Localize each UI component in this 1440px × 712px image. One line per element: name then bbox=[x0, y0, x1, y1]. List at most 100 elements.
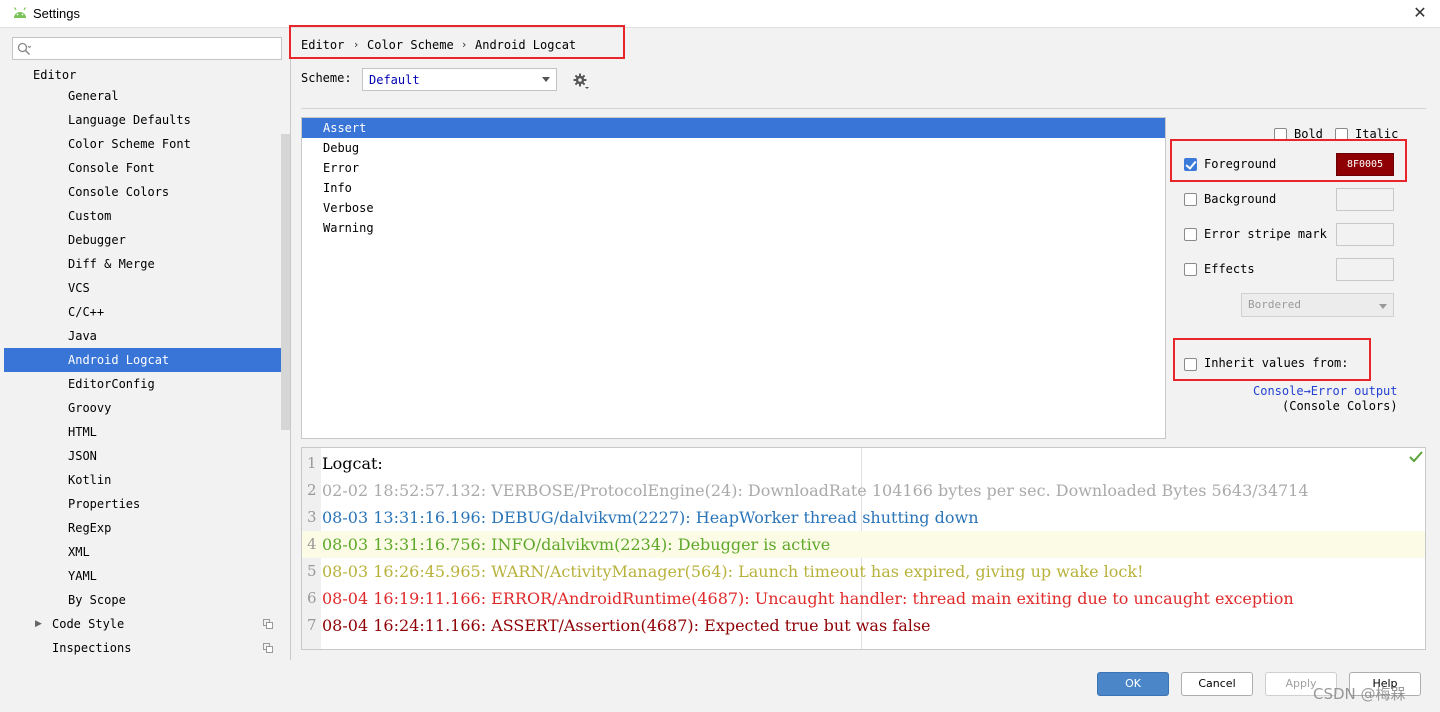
copy-icon bbox=[263, 619, 273, 629]
ok-button[interactable]: OK bbox=[1097, 672, 1169, 696]
chevron-down-icon bbox=[1379, 304, 1387, 309]
line-number: 3 bbox=[307, 508, 317, 526]
sidebar-item-label: VCS bbox=[68, 281, 90, 295]
logcat-preview[interactable]: 1 Logcat: 2 02-02 18:52:57.132: VERBOSE/Pro… bbox=[301, 447, 1426, 650]
sidebar-item-groovy[interactable]: Groovy bbox=[4, 396, 290, 420]
background-color-swatch[interactable] bbox=[1336, 188, 1394, 211]
line-number: 6 bbox=[307, 589, 317, 607]
foreground-checkbox[interactable] bbox=[1184, 158, 1197, 171]
effects-style-value: Bordered bbox=[1248, 298, 1301, 311]
sidebar-item-editorconfig[interactable]: EditorConfig bbox=[4, 372, 290, 396]
sidebar-item-diff-merge[interactable]: Diff & Merge bbox=[4, 252, 290, 276]
line-number: 2 bbox=[307, 481, 317, 499]
line-number: 4 bbox=[307, 535, 317, 553]
sidebar-item-xml[interactable]: XML bbox=[4, 540, 290, 564]
window-title: Settings bbox=[33, 6, 80, 21]
sidebar-item-label: JSON bbox=[68, 449, 97, 463]
inherit-source-link[interactable]: Console→Error output bbox=[1253, 384, 1398, 398]
sidebar-item-label: Groovy bbox=[68, 401, 112, 415]
sidebar-item-label: YAML bbox=[68, 569, 97, 583]
sidebar-item-regexp[interactable]: RegExp bbox=[4, 516, 290, 540]
background-checkbox[interactable] bbox=[1184, 193, 1197, 206]
sidebar-item-json[interactable]: JSON bbox=[4, 444, 290, 468]
chevron-right-icon[interactable]: ▶ bbox=[35, 612, 42, 636]
sidebar-item-label: RegExp bbox=[68, 521, 112, 535]
log-level-item-info[interactable]: Info bbox=[302, 178, 1165, 198]
breadcrumb-separator: › bbox=[354, 38, 359, 51]
sidebar-scrollbar[interactable] bbox=[281, 134, 290, 430]
line-number: 5 bbox=[307, 562, 317, 580]
copy-icon bbox=[263, 643, 273, 653]
sidebar-item-language-defaults[interactable]: Language Defaults bbox=[4, 108, 290, 132]
preview-line: 4 08-03 13:31:16.756: INFO/dalvikvm(2234)… bbox=[302, 531, 1425, 558]
sidebar-item-label: Color Scheme Font bbox=[68, 137, 191, 151]
preview-line-text: 08-03 16:26:45.965: WARN/ActivityManager… bbox=[322, 562, 1144, 581]
sidebar-item-debugger[interactable]: Debugger bbox=[4, 228, 290, 252]
effects-label: Effects bbox=[1204, 262, 1255, 276]
foreground-color-swatch[interactable]: 8F0005 bbox=[1336, 153, 1394, 176]
sidebar-item-label: By Scope bbox=[68, 593, 126, 607]
sidebar-item-android-logcat[interactable]: Android Logcat bbox=[4, 348, 290, 372]
sidebar-item-code-style[interactable]: ▶ Code Style bbox=[4, 612, 290, 636]
settings-sidebar: Editor General Language Defaults Color Sch… bbox=[4, 28, 291, 660]
sidebar-item-label: Code Style bbox=[52, 617, 125, 631]
breadcrumb-item-android-logcat: Android Logcat bbox=[475, 38, 577, 52]
android-icon bbox=[13, 7, 27, 18]
inherit-label: Inherit values from: bbox=[1204, 356, 1349, 370]
sidebar-item-general[interactable]: General bbox=[4, 84, 290, 108]
chevron-down-icon bbox=[542, 77, 550, 82]
title-bar: Settings ✕ bbox=[0, 0, 1440, 28]
sidebar-item-label: Java bbox=[68, 329, 97, 343]
sidebar-item-custom[interactable]: Custom bbox=[4, 204, 290, 228]
sidebar-item-properties[interactable]: Properties bbox=[4, 492, 290, 516]
sidebar-item-console-font[interactable]: Console Font bbox=[4, 156, 290, 180]
search-input[interactable] bbox=[12, 37, 282, 60]
sidebar-item-html[interactable]: HTML bbox=[4, 420, 290, 444]
sidebar-item-console-colors[interactable]: Console Colors bbox=[4, 180, 290, 204]
preview-line-text: 02-02 18:52:57.132: VERBOSE/ProtocolEngi… bbox=[322, 481, 1309, 500]
sidebar-item-c-c[interactable]: C/C++ bbox=[4, 300, 290, 324]
inherit-checkbox[interactable] bbox=[1184, 358, 1197, 371]
error-stripe-color-swatch[interactable] bbox=[1336, 223, 1394, 246]
sidebar-item-label: Diff & Merge bbox=[68, 257, 155, 271]
sidebar-item-label: Language Defaults bbox=[68, 113, 191, 127]
sidebar-item-by-scope[interactable]: By Scope bbox=[4, 588, 290, 612]
breadcrumb-item-color-scheme[interactable]: Color Scheme bbox=[367, 38, 454, 52]
preview-line: 3 08-03 13:31:16.196: DEBUG/dalvikvm(2227… bbox=[302, 504, 1425, 531]
sidebar-item-kotlin[interactable]: Kotlin bbox=[4, 468, 290, 492]
scheme-select[interactable]: Default bbox=[362, 68, 557, 91]
sidebar-item-label: Android Logcat bbox=[68, 353, 170, 367]
sidebar-item-inspections[interactable]: Inspections bbox=[4, 636, 290, 660]
sidebar-item-label: Debugger bbox=[68, 233, 126, 247]
watermark: CSDN @梅槑 bbox=[1313, 685, 1406, 703]
sidebar-item-label: Inspections bbox=[52, 641, 132, 655]
sidebar-item-label: Custom bbox=[68, 209, 112, 223]
breadcrumb-item-editor[interactable]: Editor bbox=[301, 38, 344, 52]
effects-style-select[interactable]: Bordered bbox=[1241, 293, 1394, 317]
effects-checkbox[interactable] bbox=[1184, 263, 1197, 276]
log-level-item-debug[interactable]: Debug bbox=[302, 138, 1165, 158]
preview-line-text: 08-03 13:31:16.756: INFO/dalvikvm(2234):… bbox=[322, 535, 831, 554]
log-level-item-error[interactable]: Error bbox=[302, 158, 1165, 178]
sidebar-item-color-scheme-font[interactable]: Color Scheme Font bbox=[4, 132, 290, 156]
background-label: Background bbox=[1204, 192, 1277, 206]
sidebar-item-yaml[interactable]: YAML bbox=[4, 564, 290, 588]
log-level-list[interactable]: Assert Debug Error Info Verbose Warning bbox=[301, 117, 1166, 439]
gear-icon[interactable] bbox=[572, 72, 590, 90]
cancel-button[interactable]: Cancel bbox=[1181, 672, 1253, 696]
sidebar-item-label: XML bbox=[68, 545, 90, 559]
error-stripe-checkbox[interactable] bbox=[1184, 228, 1197, 241]
close-icon[interactable]: ✕ bbox=[1410, 3, 1430, 23]
sidebar-item-java[interactable]: Java bbox=[4, 324, 290, 348]
scheme-select-value: Default bbox=[369, 73, 420, 87]
log-level-item-verbose[interactable]: Verbose bbox=[302, 198, 1165, 218]
log-level-item-assert[interactable]: Assert bbox=[302, 118, 1165, 138]
log-level-item-warning[interactable]: Warning bbox=[302, 218, 1165, 238]
search-icon bbox=[17, 42, 31, 56]
sidebar-item-vcs[interactable]: VCS bbox=[4, 276, 290, 300]
sidebar-item-label: Properties bbox=[68, 497, 141, 511]
preview-line: 6 08-04 16:19:11.166: ERROR/AndroidRuntim… bbox=[302, 585, 1425, 612]
tree-header-editor[interactable]: Editor bbox=[33, 68, 76, 82]
effects-color-swatch[interactable] bbox=[1336, 258, 1394, 281]
preview-line-text: 08-04 16:19:11.166: ERROR/AndroidRuntime… bbox=[322, 589, 1294, 608]
